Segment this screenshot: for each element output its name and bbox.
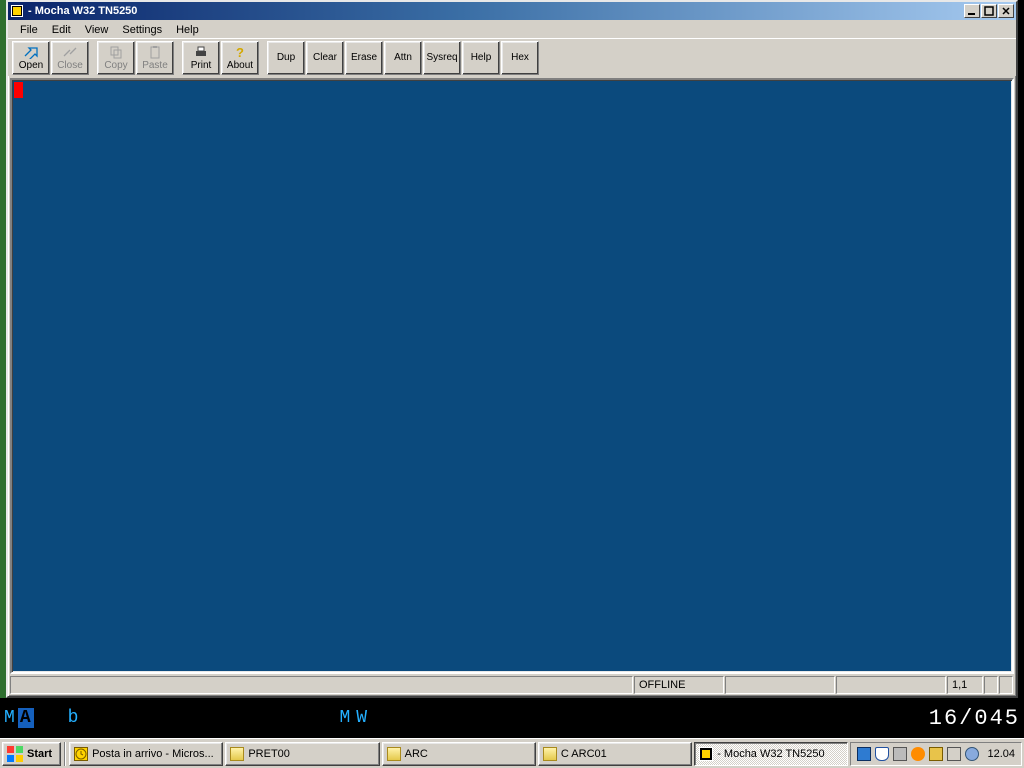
copy-button[interactable]: Copy	[97, 41, 135, 75]
app-window: - Mocha W32 TN5250 File Edit View Settin…	[6, 0, 1018, 698]
erase-button[interactable]: Erase	[345, 41, 383, 75]
about-label: About	[227, 60, 253, 71]
status-cursor-pos: 1,1	[947, 676, 983, 694]
task-label: Posta in arrivo - Micros...	[92, 748, 214, 760]
menu-settings[interactable]: Settings	[116, 23, 168, 37]
open-button[interactable]: Open	[12, 41, 50, 75]
paste-button[interactable]: Paste	[136, 41, 174, 75]
shield-icon[interactable]	[875, 747, 889, 761]
indicator-a: A	[18, 708, 34, 728]
about-button[interactable]: ? About	[221, 41, 259, 75]
sysreq-label: Sysreq	[426, 52, 457, 63]
globe-icon[interactable]	[965, 747, 979, 761]
print-button[interactable]: Print	[182, 41, 220, 75]
task-carc01[interactable]: C ARC01	[538, 742, 692, 766]
folder-icon	[387, 747, 401, 761]
task-label: ARC	[405, 748, 428, 760]
disconnect-icon	[62, 45, 78, 59]
svg-text:?: ?	[236, 45, 244, 59]
menu-help[interactable]: Help	[170, 23, 205, 37]
connect-icon	[23, 45, 39, 59]
indicator-mw: MW	[339, 708, 373, 728]
help-button[interactable]: Help	[462, 41, 500, 75]
dup-button[interactable]: Dup	[267, 41, 305, 75]
menu-file[interactable]: File	[14, 23, 44, 37]
app-icon	[10, 4, 24, 18]
taskbar-clock[interactable]: 12.04	[987, 748, 1015, 760]
task-label: C ARC01	[561, 748, 607, 760]
close-label: Close	[57, 60, 83, 71]
start-button[interactable]: Start	[2, 742, 61, 766]
printer-icon	[193, 45, 209, 59]
system-tray: 12.04	[850, 742, 1022, 766]
task-mocha[interactable]: - Mocha W32 TN5250	[694, 742, 848, 766]
minimize-button[interactable]	[964, 4, 980, 18]
terminal-frame	[10, 78, 1014, 674]
folder-icon	[543, 747, 557, 761]
status-grip1	[984, 676, 998, 694]
status-empty2	[836, 676, 946, 694]
indicator-rowcol: 16/045	[929, 706, 1020, 731]
app-icon	[699, 747, 713, 761]
clear-button[interactable]: Clear	[306, 41, 344, 75]
attn-button[interactable]: Attn	[384, 41, 422, 75]
key-icon[interactable]	[929, 747, 943, 761]
terminal-cursor	[14, 82, 23, 98]
help-label: Help	[471, 52, 492, 63]
windows-logo-icon	[7, 746, 23, 762]
attn-label: Attn	[394, 52, 412, 63]
indicator-m: M	[4, 708, 16, 728]
clock-icon	[74, 747, 88, 761]
task-arc[interactable]: ARC	[382, 742, 536, 766]
network-icon[interactable]	[857, 747, 871, 761]
task-outlook[interactable]: Posta in arrivo - Micros...	[69, 742, 223, 766]
status-grip2[interactable]	[999, 676, 1013, 694]
titlebar[interactable]: - Mocha W32 TN5250	[8, 2, 1016, 20]
copy-label: Copy	[104, 60, 127, 71]
erase-label: Erase	[351, 52, 377, 63]
paste-icon	[147, 45, 163, 59]
session-indicator-bar: MA b MW 16/045	[0, 698, 1024, 738]
clear-label: Clear	[313, 52, 337, 63]
hex-label: Hex	[511, 52, 529, 63]
statusbar: OFFLINE 1,1	[10, 676, 1014, 694]
sysreq-button[interactable]: Sysreq	[423, 41, 461, 75]
task-label: PRET00	[248, 748, 290, 760]
device-icon[interactable]	[947, 747, 961, 761]
task-label: - Mocha W32 TN5250	[717, 748, 824, 760]
terminal-screen[interactable]	[14, 82, 1010, 670]
taskbar-separator	[64, 742, 66, 766]
dup-label: Dup	[277, 52, 295, 63]
window-title: - Mocha W32 TN5250	[28, 5, 964, 17]
indicator-b: b	[68, 708, 80, 728]
folder-icon	[230, 747, 244, 761]
status-empty1	[725, 676, 835, 694]
printer-tray-icon[interactable]	[893, 747, 907, 761]
question-icon: ?	[232, 45, 248, 59]
menu-edit[interactable]: Edit	[46, 23, 77, 37]
status-spacer	[10, 676, 633, 694]
print-label: Print	[191, 60, 212, 71]
maximize-button[interactable]	[981, 4, 997, 18]
taskbar: Start Posta in arrivo - Micros... PRET00…	[0, 738, 1024, 768]
close-button[interactable]	[998, 4, 1014, 18]
paste-label: Paste	[142, 60, 168, 71]
app-tray-icon[interactable]	[911, 747, 925, 761]
open-label: Open	[19, 60, 43, 71]
menubar: File Edit View Settings Help	[8, 20, 1016, 38]
menu-view[interactable]: View	[79, 23, 115, 37]
status-state: OFFLINE	[634, 676, 724, 694]
close-conn-button[interactable]: Close	[51, 41, 89, 75]
toolbar: Open Close Copy Paste	[8, 38, 1016, 76]
copy-icon	[108, 45, 124, 59]
start-label: Start	[27, 748, 52, 760]
hex-button[interactable]: Hex	[501, 41, 539, 75]
task-pret00[interactable]: PRET00	[225, 742, 379, 766]
